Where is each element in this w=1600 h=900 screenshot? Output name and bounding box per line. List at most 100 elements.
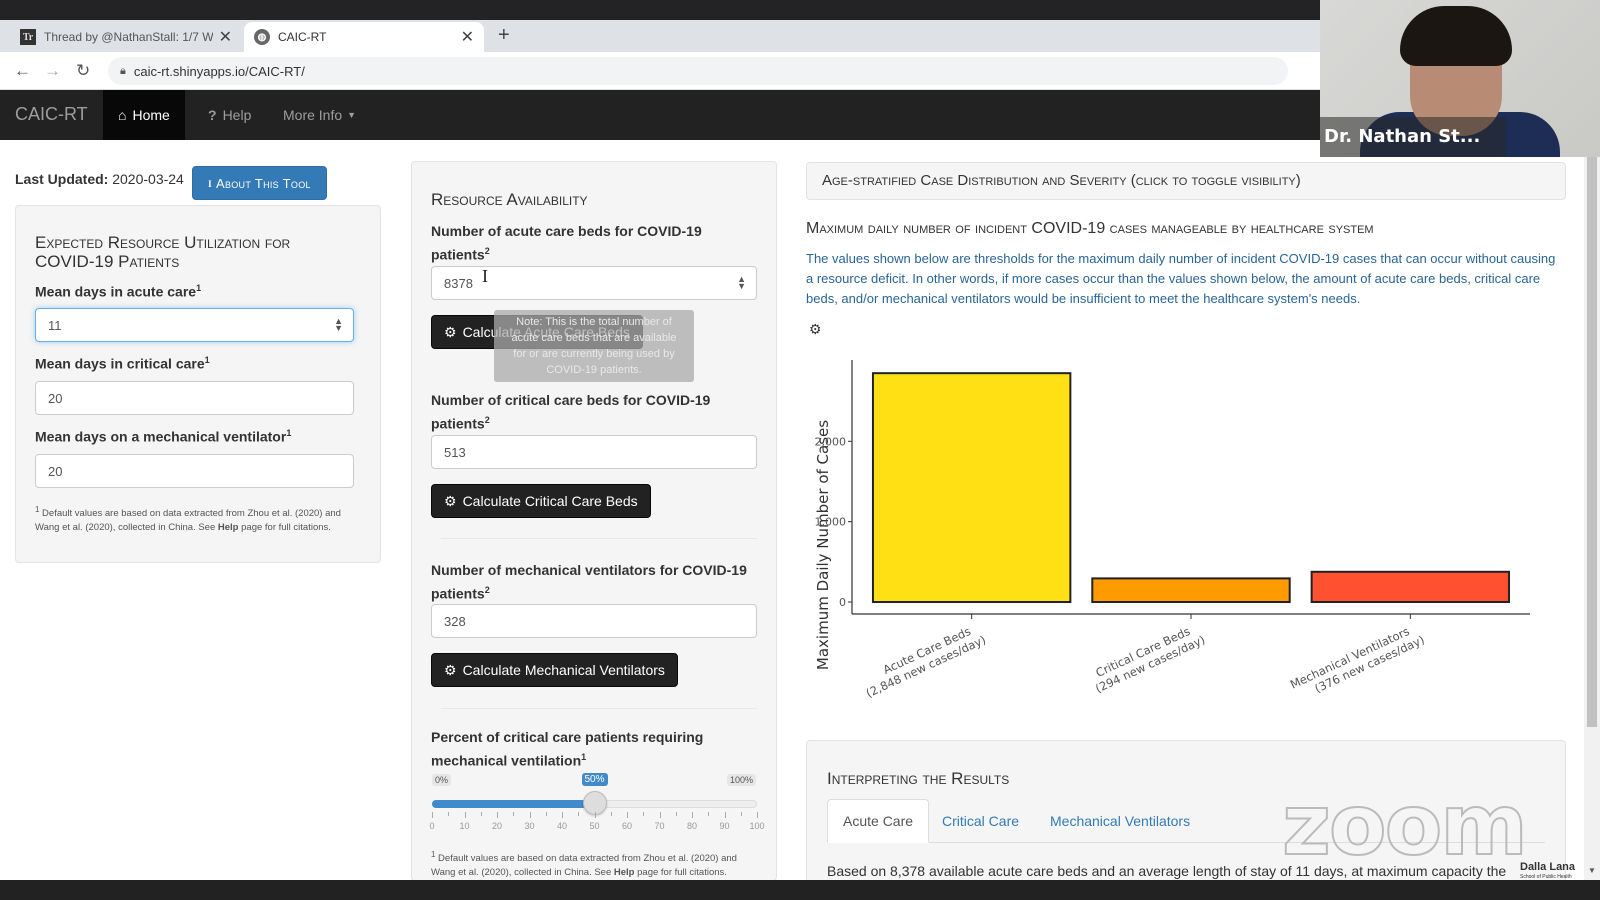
critical-days-input[interactable]: 20 xyxy=(35,381,354,415)
slider-min-label: 0% xyxy=(432,774,452,786)
slider-tick xyxy=(594,812,596,818)
critical-beds-input[interactable]: 513 xyxy=(431,435,757,469)
bar-acute-care-beds xyxy=(871,372,1072,603)
superscript: 2 xyxy=(484,246,490,256)
footnote-text: page for full citations. xyxy=(238,522,331,534)
app-brand[interactable]: CAIC-RT xyxy=(15,104,88,125)
close-tab-icon[interactable]: ✕ xyxy=(461,27,474,47)
acute-days-input[interactable]: 11 ▲ ▼ xyxy=(35,308,354,342)
superscript: 2 xyxy=(484,415,490,425)
slider-max-label: 100% xyxy=(727,774,757,786)
superscript: 2 xyxy=(484,585,490,595)
acute-beds-input[interactable]: 8378 ▲ ▼ xyxy=(431,266,757,300)
nav-help[interactable]: ? Help xyxy=(193,90,266,140)
x-tick-label: Critical Care Beds(294 new cases/day) xyxy=(1087,620,1207,696)
gears-icon: ⚙ xyxy=(444,323,457,340)
slider-tick xyxy=(708,812,710,816)
label-text: Mean days on a mechanical ventilator xyxy=(35,428,287,445)
gears-icon: ⚙ xyxy=(444,661,457,678)
divider xyxy=(441,708,757,709)
spinner-icon[interactable]: ▲ ▼ xyxy=(334,317,343,333)
slider-tick xyxy=(432,812,433,818)
close-tab-icon[interactable]: ✕ xyxy=(219,27,232,47)
ventilators-input[interactable]: 328 xyxy=(431,604,757,638)
slider-tick xyxy=(675,812,677,816)
last-updated-value: 2020-03-24 xyxy=(112,171,184,187)
nav-help-label: Help xyxy=(222,107,252,123)
nav-more-info[interactable]: More Info ▼ xyxy=(268,90,371,140)
browser-tab-caic-rt[interactable]: ◍ CAIC-RT ✕ xyxy=(244,22,484,52)
nav-home[interactable]: ⌂ Home xyxy=(103,90,185,140)
participant-name: Dr. Nathan St... xyxy=(1320,117,1506,157)
help-link[interactable]: Help xyxy=(614,867,635,878)
scrollbar-thumb[interactable] xyxy=(1587,157,1597,727)
slider-tick xyxy=(610,812,612,816)
input-value: 328 xyxy=(444,613,466,629)
slider-tick xyxy=(724,812,726,818)
tab-mechanical-ventilators[interactable]: Mechanical Ventilators xyxy=(1035,799,1205,843)
forward-icon[interactable]: → xyxy=(44,61,61,81)
url-input[interactable]: 🔒︎ caic-rt.shinyapps.io/CAIC-RT/ xyxy=(108,57,1288,85)
scroll-down-arrow[interactable]: ▼ xyxy=(1588,866,1596,875)
slider-tick-label: 40 xyxy=(556,821,568,831)
input-value: 8378 xyxy=(444,275,473,291)
superscript: 1 xyxy=(196,283,202,293)
utilization-footnote: 1 Default values are based on data extra… xyxy=(35,503,360,535)
briefcase-icon: ⌂ xyxy=(118,107,127,123)
slider-tick xyxy=(480,812,482,816)
question-icon: ? xyxy=(208,107,217,123)
slider-tick-label: 0 xyxy=(429,821,435,831)
y-tick-label: 0 xyxy=(839,596,846,609)
divider xyxy=(441,538,757,539)
vent-days-input[interactable]: 20 xyxy=(35,454,354,488)
slider-tick xyxy=(513,812,515,816)
tab-critical-care[interactable]: Critical Care xyxy=(927,799,1034,843)
vent-days-label: Mean days on a mechanical ventilator1 xyxy=(35,423,291,447)
slider-tick xyxy=(740,812,742,816)
slider-tick xyxy=(497,812,498,818)
nav-home-label: Home xyxy=(132,107,170,123)
text-cursor-icon: I xyxy=(482,266,488,286)
help-link[interactable]: Help xyxy=(218,522,239,533)
label-text: Number of mechanical ventilators for COV… xyxy=(431,562,747,602)
about-tool-button[interactable]: i About This Tool xyxy=(192,166,327,200)
new-tab-button[interactable]: + xyxy=(498,24,510,47)
slider-tick xyxy=(448,812,450,816)
slider-tick xyxy=(578,812,580,816)
gear-icon[interactable]: ⚙ xyxy=(809,321,825,337)
slider-tick-label: 70 xyxy=(654,821,665,831)
slider-tick xyxy=(643,812,645,816)
footnote-text: page for full citations. xyxy=(634,867,727,879)
label-text: Mean days in critical care xyxy=(35,355,205,372)
vent-percent-label: Percent of critical care patients requir… xyxy=(431,727,741,771)
x-tick-label: Mechanical Ventilators(376 new cases/day… xyxy=(1288,620,1427,705)
nav-more-info-label: More Info xyxy=(283,107,343,123)
calculate-critical-beds-button[interactable]: ⚙ Calculate Critical Care Beds xyxy=(431,484,651,518)
tab-label: CAIC-RT xyxy=(278,30,327,44)
superscript: 1 xyxy=(581,752,587,762)
zoom-video-tile[interactable]: Dr. Nathan St... xyxy=(1320,0,1600,157)
bar-mechanical-ventilators xyxy=(1310,570,1511,603)
label-text: Number of critical care beds for COVID-1… xyxy=(431,392,711,432)
back-icon[interactable]: ← xyxy=(14,61,31,81)
age-stratified-toggle[interactable]: Age-stratified Case Distribution and Sev… xyxy=(806,162,1566,200)
globe-icon: ◍ xyxy=(254,29,270,45)
critical-beds-label: Number of critical care beds for COVID-1… xyxy=(431,390,741,434)
slider-tick xyxy=(562,812,563,818)
acute-days-label: Mean days in acute care1 xyxy=(35,278,201,302)
reload-icon[interactable]: ↻ xyxy=(76,61,90,81)
slider-tick-label: 50 xyxy=(589,821,600,831)
results-title: Maximum daily number of incident COVID-1… xyxy=(806,220,1374,237)
info-icon: i xyxy=(208,175,212,190)
url-text: caic-rt.shinyapps.io/CAIC-RT/ xyxy=(133,63,305,79)
calculate-ventilators-button[interactable]: ⚙ Calculate Mechanical Ventilators xyxy=(431,653,678,687)
acute-beds-tooltip: Note: This is the total number of acute … xyxy=(494,310,694,382)
spinner-icon[interactable]: ▲ ▼ xyxy=(737,275,746,291)
slider-value-label: 50% xyxy=(581,773,608,786)
threadreader-icon: Tr xyxy=(20,29,36,45)
slider-tick-label: 60 xyxy=(621,821,633,831)
tab-acute-care[interactable]: Acute Care xyxy=(827,799,930,843)
y-axis-label: Maximum Daily Number of Cases xyxy=(814,420,832,670)
capacity-bar-chart: Maximum Daily Number of Cases 0 1,000 2,00… xyxy=(814,360,1530,705)
browser-tab-thread[interactable]: Tr Thread by @NathanStall: 1/7 Wh ✕ xyxy=(10,22,242,52)
